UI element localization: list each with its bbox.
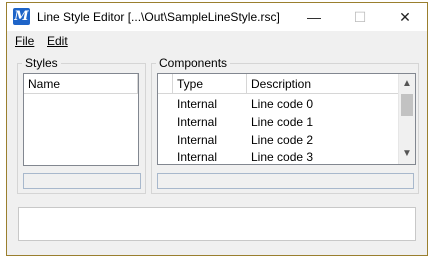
table-row[interactable]: Internal Line code 1 [158,114,399,131]
styles-field[interactable] [23,173,141,189]
components-column-type[interactable]: Type [173,74,247,94]
table-row[interactable]: Internal Line code 0 [158,96,399,113]
components-group-label: Components [156,56,231,70]
details-text-box[interactable] [18,207,416,241]
title-bar[interactable]: M Line Style Editor [...\Out\SampleLineS… [7,3,427,31]
row-description: Line code 3 [251,150,314,164]
scroll-down-arrow-icon[interactable]: ▼ [399,146,415,162]
components-field[interactable] [157,173,414,189]
components-scrollbar[interactable]: ▲ ▼ [398,74,415,164]
row-type: Internal [177,150,218,164]
menu-edit[interactable]: Edit [47,34,68,48]
menu-bar: File Edit [7,31,427,51]
components-column-blank [158,74,173,94]
table-row[interactable]: Internal Line code 2 [158,132,399,149]
minimize-button[interactable]: — [291,3,337,31]
window-title: Line Style Editor [...\Out\SampleLineSty… [37,10,280,24]
menu-file[interactable]: File [15,34,34,48]
minimize-icon: — [307,9,321,25]
row-description: Line code 2 [251,133,314,147]
styles-group: Styles Name [17,56,146,194]
styles-list[interactable]: Name [23,73,139,166]
components-list[interactable]: Type Description Internal Line code 0 In… [157,73,416,165]
close-icon: ✕ [399,9,411,25]
scroll-thumb[interactable] [401,94,413,116]
table-row[interactable]: Internal Line code 3 [158,149,399,164]
row-type: Internal [177,115,218,129]
line-style-editor-window: M Line Style Editor [...\Out\SampleLineS… [6,2,428,256]
row-type: Internal [177,97,218,111]
row-type: Internal [177,133,218,147]
row-description: Line code 1 [251,115,314,129]
menu-edit-label: Edit [47,34,68,48]
menu-file-label: File [15,34,35,48]
scroll-up-arrow-icon[interactable]: ▲ [399,76,415,92]
close-button[interactable]: ✕ [382,3,428,31]
row-description: Line code 0 [251,97,314,111]
components-column-description[interactable]: Description [247,74,399,94]
styles-group-label: Styles [22,56,61,70]
components-group: Components Type Description Internal Lin… [151,56,419,194]
styles-column-name[interactable]: Name [24,74,138,94]
maximize-button[interactable]: ☐ [337,3,383,31]
app-icon: M [13,8,30,25]
maximize-icon: ☐ [353,9,367,25]
